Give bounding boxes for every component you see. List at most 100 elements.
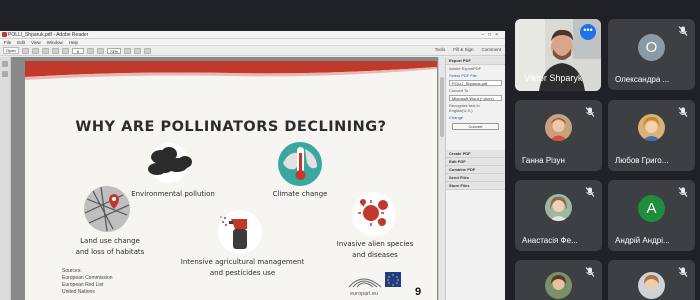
- participant-tile-viktor[interactable]: ••• Viktor Shparyk: [515, 19, 601, 91]
- participant-avatar: O: [638, 34, 665, 61]
- pollution-cloud-icon: [148, 143, 192, 183]
- mic-off-icon: [585, 107, 595, 117]
- recognize-text-note: Recognize text in English(U.S.): [449, 103, 480, 113]
- participant-avatar: [545, 194, 572, 221]
- source-ec: European Commission: [62, 275, 113, 281]
- participant-name: Любов Григо...: [615, 156, 669, 165]
- label-climate: Climate change: [272, 190, 328, 198]
- participant-name: Ганна Різун: [522, 156, 565, 165]
- window-title: POLLI_Shparuk.pdf - Adobe Reader: [8, 32, 89, 38]
- mic-off-icon: [678, 26, 688, 36]
- edit-pdf-section[interactable]: Edit PDF: [446, 158, 505, 166]
- participant-avatar: A: [638, 195, 665, 222]
- prev-page-icon[interactable]: [51, 47, 59, 54]
- mic-off-icon: [585, 187, 595, 197]
- window-controls[interactable]: –□×: [481, 31, 502, 39]
- participant-tile-7[interactable]: [515, 260, 602, 300]
- mic-off-icon: [585, 267, 595, 277]
- store-files-section[interactable]: Store Files: [446, 182, 505, 190]
- participant-avatar: [545, 272, 572, 299]
- zoom-out-icon[interactable]: [86, 47, 94, 54]
- label-invasive: Invasive alien species and diseases: [336, 240, 414, 259]
- slide-page: WHY ARE POLLINATORS DECLINING? Environme…: [25, 61, 437, 300]
- change-language-link[interactable]: Change: [446, 114, 505, 121]
- more-options-button[interactable]: •••: [580, 24, 596, 40]
- scrollbar-thumb[interactable]: [440, 77, 444, 137]
- next-page-icon[interactable]: [61, 47, 69, 54]
- label-agriculture: Intensive agricultural management and pe…: [180, 258, 305, 277]
- print-icon[interactable]: [31, 47, 39, 54]
- save-icon[interactable]: [21, 47, 29, 54]
- slide-title: WHY ARE POLLINATORS DECLINING?: [75, 119, 387, 135]
- participant-tile-liubov[interactable]: Любов Григо...: [608, 100, 695, 171]
- mic-off-icon: [678, 267, 688, 277]
- european-parliament-logo: [348, 272, 401, 288]
- create-pdf-section[interactable]: Create PDF: [446, 150, 505, 158]
- source-red-list: European Red List: [62, 282, 104, 288]
- reader-toolbar: Open 9 73% Tools Fill & Sign Comment: [0, 46, 505, 56]
- pages-panel-icon[interactable]: [2, 61, 8, 67]
- participant-name: Андрій Андрі...: [615, 236, 670, 245]
- tools-right-pane: Export PDF Adobe ExportPDF Select PDF Fi…: [445, 57, 505, 300]
- map-land-use-icon: [84, 186, 130, 232]
- comment-link[interactable]: Comment: [481, 47, 501, 52]
- format-dropdown[interactable]: Microsoft Word (*.docx): [449, 95, 502, 101]
- convert-to-label: Convert To: [449, 88, 469, 93]
- label-land-use: Land use change and loss of habitats: [75, 237, 145, 256]
- zoom-field[interactable]: 73%: [106, 47, 121, 54]
- open-button[interactable]: Open: [3, 47, 19, 54]
- participant-tile-8[interactable]: [608, 260, 695, 300]
- comment-icon[interactable]: [133, 47, 141, 54]
- pane-spacer: [446, 132, 505, 150]
- combine-pdf-section[interactable]: Combine PDF: [446, 166, 505, 174]
- participant-name: Viktor Shparyk: [524, 73, 583, 83]
- attachments-icon[interactable]: [2, 71, 8, 77]
- thermometer-globe-icon: [278, 142, 322, 186]
- shared-screen-reader-window: POLLI_Shparuk.pdf - Adobe Reader –□× Fil…: [0, 31, 505, 300]
- menu-view[interactable]: View: [31, 39, 41, 45]
- select-file-label: Select PDF File: [449, 73, 477, 78]
- participant-avatar: [638, 114, 665, 141]
- document-scrollbar[interactable]: [438, 57, 445, 300]
- menu-bar: File Edit View Window Help: [0, 39, 505, 46]
- menu-file[interactable]: File: [4, 39, 11, 45]
- participant-avatar: [638, 272, 665, 299]
- menu-window[interactable]: Window: [47, 39, 63, 45]
- menu-help[interactable]: Help: [69, 39, 78, 45]
- export-pdf-section[interactable]: Export PDF: [446, 57, 505, 65]
- convert-button[interactable]: Convert: [452, 123, 499, 130]
- participant-name: Олександра ...: [615, 75, 670, 84]
- toolbar-right-links: Tools Fill & Sign Comment: [435, 47, 501, 52]
- pesticide-spray-icon: [218, 210, 262, 254]
- send-files-section[interactable]: Send Files: [446, 174, 505, 182]
- email-icon[interactable]: [41, 47, 49, 54]
- participant-tile-andrii[interactable]: A Андрій Андрі...: [608, 180, 695, 251]
- participant-tile-hanna[interactable]: Ганна Різун: [515, 100, 602, 171]
- label-pollution: Environmental pollution: [131, 190, 215, 198]
- fill-sign-link[interactable]: Fill & Sign: [453, 47, 473, 52]
- tools-link[interactable]: Tools: [435, 47, 446, 52]
- mic-off-icon: [678, 187, 688, 197]
- slide-page-number: 9: [415, 286, 422, 298]
- virus-invasive-icon: [352, 192, 396, 236]
- menu-edit[interactable]: Edit: [17, 39, 25, 45]
- source-un: United Nations: [62, 289, 95, 295]
- zoom-in-icon[interactable]: [96, 47, 104, 54]
- document-area: WHY ARE POLLINATORS DECLINING? Environme…: [11, 57, 445, 300]
- sources-heading: Sources:: [62, 268, 82, 274]
- page-number-field[interactable]: 9: [71, 47, 84, 54]
- participant-avatar: [545, 114, 572, 141]
- participant-tile-oleksandra[interactable]: O Олександра ...: [608, 19, 695, 90]
- participant-name: Анастасія Фе...: [522, 236, 578, 245]
- navigation-strip: [0, 57, 11, 300]
- europarl-url: europarl.eu: [350, 291, 378, 297]
- participant-tile-anastasiia[interactable]: Анастасія Фе...: [515, 180, 602, 251]
- fit-page-icon[interactable]: [123, 47, 131, 54]
- adobe-reader-icon: [2, 32, 7, 37]
- sign-icon[interactable]: [143, 47, 151, 54]
- reader-title-bar: POLLI_Shparuk.pdf - Adobe Reader –□×: [0, 31, 505, 39]
- meeting-stage: POLLI_Shparuk.pdf - Adobe Reader –□× Fil…: [0, 0, 700, 300]
- export-pdf-description: Adobe ExportPDF: [449, 66, 482, 71]
- selected-file-field[interactable]: POLLI_Shparuk.pdf: [449, 80, 502, 86]
- mic-off-icon: [678, 107, 688, 117]
